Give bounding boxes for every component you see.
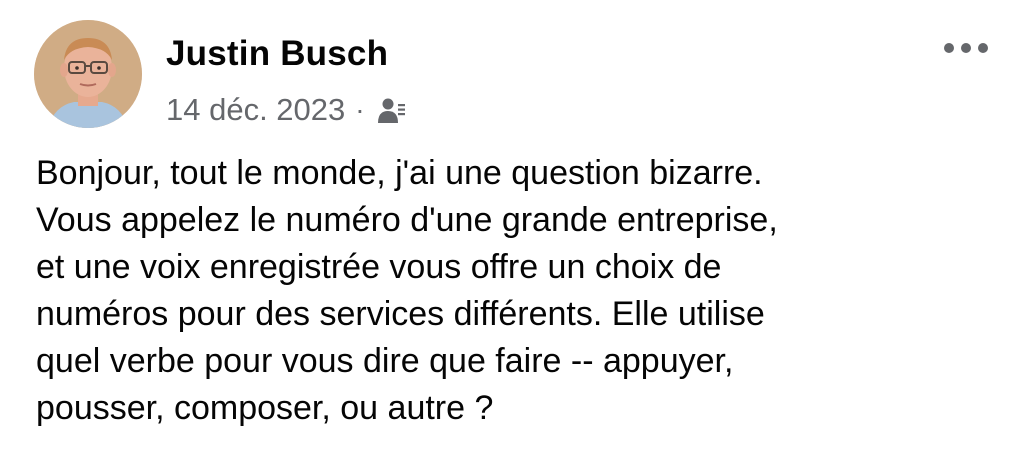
post-body-line: Bonjour, tout le monde, j'ai une questio… bbox=[36, 154, 763, 192]
friends-icon[interactable] bbox=[377, 96, 407, 126]
avatar-photo bbox=[34, 20, 142, 128]
post-card: Justin Busch 14 déc. 2023 · Bonjour, tou… bbox=[0, 0, 1024, 456]
post-body-line: Vous appelez le numéro d'une grande entr… bbox=[36, 201, 778, 239]
post-body: Bonjour, tout le monde, j'ai une questio… bbox=[36, 150, 996, 432]
meta-separator: · bbox=[355, 94, 365, 125]
post-body-line: quel verbe pour vous dire que faire -- a… bbox=[36, 342, 734, 380]
post-date[interactable]: 14 déc. 2023 bbox=[166, 92, 345, 128]
avatar[interactable] bbox=[34, 20, 142, 128]
post-meta: 14 déc. 2023 · bbox=[166, 90, 407, 130]
post-body-line: et une voix enregistrée vous offre un ch… bbox=[36, 248, 722, 286]
more-options-icon bbox=[944, 43, 988, 53]
post-body-line: numéros pour des services différents. El… bbox=[36, 295, 765, 333]
author-name[interactable]: Justin Busch bbox=[166, 34, 388, 74]
more-options-button[interactable] bbox=[938, 30, 994, 66]
post-body-line: pousser, composer, ou autre ? bbox=[36, 389, 494, 427]
